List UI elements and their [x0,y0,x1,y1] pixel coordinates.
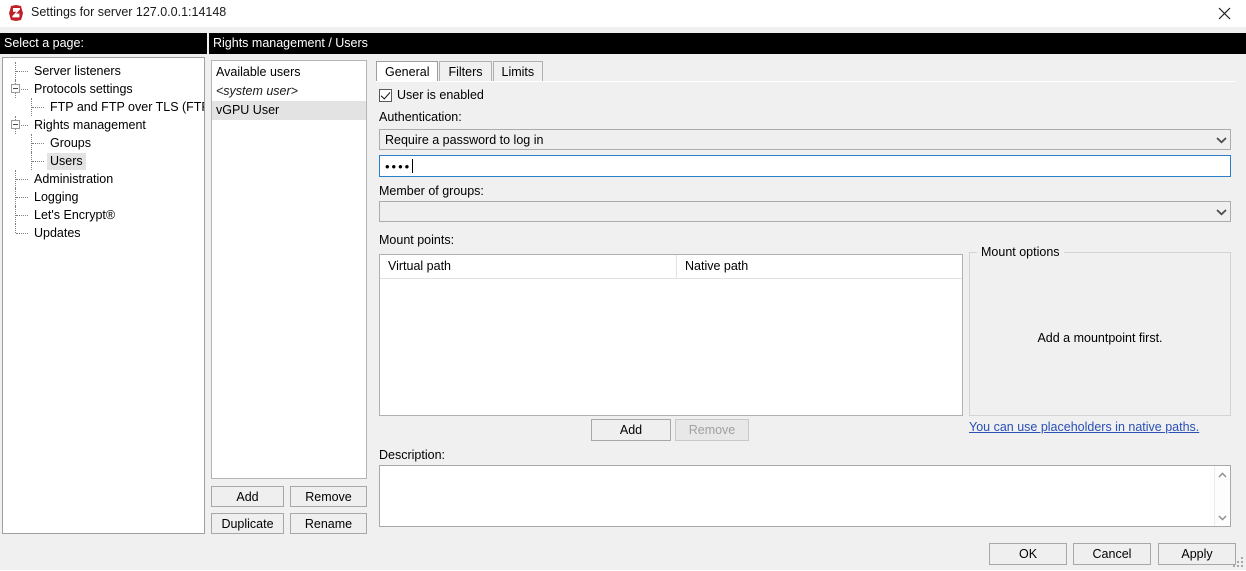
user-enabled-checkbox[interactable]: User is enabled [379,88,484,102]
list-item[interactable]: <system user> [212,82,366,101]
filezilla-server-icon [7,4,25,22]
sidebar-item-let-s-encrypt[interactable]: Let's Encrypt® [3,206,204,224]
sidebar-item-ftp-and-ftp-over-tls-ftps[interactable]: FTP and FTP over TLS (FTPS) [3,98,204,116]
password-input[interactable]: •••• [379,155,1231,177]
title-bar: Settings for server 127.0.0.1:14148 [0,0,1246,27]
description-scrollbar[interactable] [1214,466,1230,526]
chevron-down-icon [1213,130,1230,149]
tab-general[interactable]: General [376,61,439,82]
mount-points-label: Mount points: [379,233,455,247]
description-label: Description: [379,448,445,462]
sidebar-item-label: Users [47,153,86,170]
sidebar-item-rights-management[interactable]: Rights management [3,116,204,134]
sidebar-item-users[interactable]: Users [3,152,204,170]
sidebar-item-label: Groups [50,136,91,150]
sidebar-item-label: Server listeners [34,64,121,78]
breadcrumb: Rights management / Users [209,33,1246,54]
scroll-down-icon[interactable] [1215,509,1230,526]
authentication-label: Authentication: [379,110,462,124]
user-enabled-label: User is enabled [397,88,484,102]
mount-options-group: Add a mountpoint first. [969,252,1231,416]
mount-points-header-row: Virtual path Native path [380,255,962,279]
sidebar-item-label: Logging [34,190,79,204]
sidebar-item-protocols-settings[interactable]: Protocols settings [3,80,204,98]
authentication-value: Require a password to log in [385,132,544,147]
sidebar-item-label: FTP and FTP over TLS (FTPS) [50,100,204,114]
rename-user-button[interactable]: Rename [290,513,367,534]
duplicate-user-button[interactable]: Duplicate [211,513,284,534]
settings-page-tree[interactable]: Server listeners Protocols settings FTP an… [2,57,205,534]
column-header-virtual-path[interactable]: Virtual path [380,255,677,278]
available-users-label: Available users [216,65,301,79]
tree-collapse-icon[interactable] [11,84,20,93]
apply-button[interactable]: Apply [1158,543,1236,565]
placeholders-help-link[interactable]: You can use placeholders in native paths… [969,420,1199,434]
mount-options-message: Add a mountpoint first. [1037,331,1163,345]
resize-grip[interactable] [1232,556,1244,568]
sidebar-item-label: Administration [34,172,114,186]
list-item[interactable]: vGPU User [212,101,366,120]
sidebar-item-updates[interactable]: Updates [3,224,204,242]
sidebar-item-administration[interactable]: Administration [3,170,204,188]
sidebar-item-server-listeners[interactable]: Server listeners [3,62,204,80]
mount-options-legend: Mount options [977,245,1064,259]
sidebar-item-label: Let's Encrypt® [34,208,116,222]
window-title: Settings for server 127.0.0.1:14148 [31,5,227,19]
member-of-groups-label: Member of groups: [379,184,484,198]
tab-limits[interactable]: Limits [492,61,544,82]
ok-button[interactable]: OK [989,543,1067,565]
remove-mountpoint-button: Remove [675,419,749,441]
tree-collapse-icon[interactable] [11,120,20,129]
description-textarea[interactable] [379,465,1231,527]
member-of-groups-select[interactable] [379,201,1231,222]
scroll-up-icon[interactable] [1215,466,1230,483]
sidebar-item-logging[interactable]: Logging [3,188,204,206]
tab-filters[interactable]: Filters [439,61,492,82]
authentication-select[interactable]: Require a password to log in [379,129,1231,150]
sidebar-item-label: Updates [34,226,81,240]
sidebar-item-label: Rights management [34,118,146,132]
available-users-list[interactable]: Available users <system user> vGPU User [211,60,367,479]
text-caret [412,159,414,173]
tab-strip: General Filters Limits [376,61,1236,82]
add-user-button[interactable]: Add [211,486,284,507]
sidebar-item-groups[interactable]: Groups [3,134,204,152]
column-header-native-path[interactable]: Native path [677,255,962,278]
remove-user-button[interactable]: Remove [290,486,367,507]
close-icon[interactable] [1202,0,1246,27]
chevron-down-icon [1213,202,1230,221]
select-page-header: Select a page: [0,33,207,54]
add-mountpoint-button[interactable]: Add [591,419,671,441]
checkmark-icon [379,88,392,102]
cancel-button[interactable]: Cancel [1073,543,1151,565]
sidebar-item-label: Protocols settings [34,82,133,96]
tab-underline [376,81,1236,82]
password-value: •••• [385,158,412,174]
mount-points-table[interactable]: Virtual path Native path [379,254,963,416]
